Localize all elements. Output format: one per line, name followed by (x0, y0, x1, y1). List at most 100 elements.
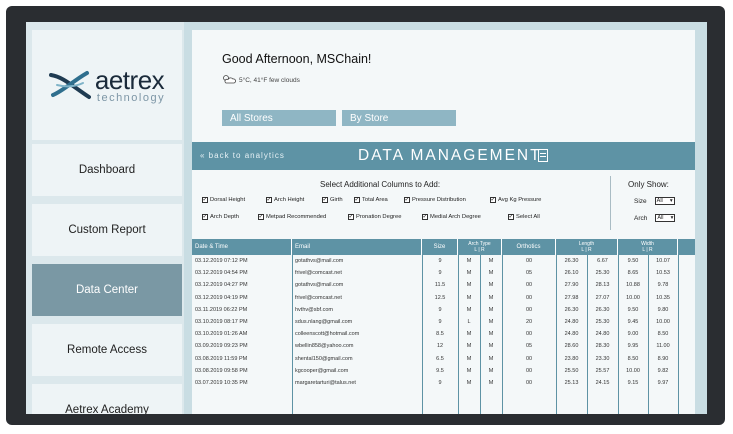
table-cell: 03.12.2019 04:19 PM (195, 294, 248, 301)
col-length[interactable]: Length L | R (556, 239, 618, 255)
table-row[interactable]: 03.12.2019 04:54 PM frivel@comcast.net 9 M M… (192, 267, 695, 279)
table-row[interactable]: 03.08.2019 11:59 PM shental150@gmail.com 6… (192, 353, 695, 365)
col-width[interactable]: Width L | R (618, 239, 678, 255)
table-cell: 27.98 (564, 294, 579, 301)
table-row[interactable]: 03.09.2019 09:23 PM wbellin858@yahoo.com 1… (192, 340, 695, 352)
sidebar: aetrex technology Dashboard Custom Repor… (26, 22, 184, 414)
option-girth[interactable]: ✓ Girth (322, 197, 343, 203)
option-pressure-distribution[interactable]: ✓ Pressure Distribution (404, 197, 466, 203)
table-cell: 9.50 (627, 306, 639, 313)
option-select-all[interactable]: ✓ Select All (508, 214, 540, 220)
nav-data-center[interactable]: Data Center (32, 264, 182, 316)
table-cell: 11.00 (656, 343, 670, 350)
option-avg-kg-pressure[interactable]: ✓ Avg Kg Pressure (490, 197, 541, 203)
table-cell: 26.30 (595, 306, 610, 313)
tab-by-store[interactable]: By Store (342, 110, 456, 126)
tab-all-stores[interactable]: All Stores (222, 110, 336, 126)
brand-name: aetrex (94, 64, 165, 95)
checkbox[interactable]: ✓ (202, 214, 208, 220)
table-cell: 03.07.2019 10:35 PM (195, 379, 248, 386)
table-cell: M (488, 331, 494, 338)
divider (610, 176, 611, 230)
data-management-bar: « back to analytics DATA MANAGEMENT (192, 142, 695, 170)
table-row[interactable]: 03.11.2019 06:22 PM hvthv@sbf.com 9 M M 00 26.… (192, 304, 695, 316)
table-row[interactable]: 03.10.2019 08:17 PM sdus.nlang@gmail.com 9… (192, 316, 695, 328)
table-cell: 9 (438, 319, 442, 326)
back-to-analytics-link[interactable]: « back to analytics (200, 151, 285, 160)
table-row[interactable]: 03.12.2019 07:12 PM gotathvs@mail.com 9 M M 0… (192, 255, 695, 267)
table-cell: 05 (525, 343, 533, 350)
checkbox[interactable]: ✓ (202, 197, 208, 203)
option-arch-height[interactable]: ✓ Arch Height (266, 197, 304, 203)
col-email[interactable]: Email (292, 239, 422, 255)
checkbox[interactable]: ✓ (404, 197, 410, 203)
checkbox[interactable]: ✓ (266, 197, 272, 203)
option-medial-arch-degree[interactable]: ✓ Medial Arch Degree (422, 214, 481, 220)
nav-aetrex-academy[interactable]: Aetrex Academy (32, 384, 182, 414)
table-cell: 9.45 (627, 319, 639, 326)
checkbox[interactable]: ✓ (322, 197, 328, 203)
app-screen: aetrex technology Dashboard Custom Repor… (26, 22, 707, 414)
table-row[interactable]: 03.08.2019 09:58 PM kgcooper@gmail.com 9.5… (192, 365, 695, 377)
table-cell: 24.80 (564, 331, 579, 338)
option-arch-depth[interactable]: ✓ Arch Depth (202, 214, 239, 220)
col-date-time[interactable]: Date & Time (192, 239, 292, 255)
data-table: Date & Time Email Size Arch Type L | R Or… (192, 239, 695, 389)
option-dorsal-height[interactable]: ✓ Dorsal Height (202, 197, 245, 203)
option-metpad-recommended[interactable]: ✓ Metpad Recommended (258, 214, 326, 220)
column-divider (678, 255, 679, 414)
table-cell: 00 (525, 306, 533, 313)
table-cell: 00 (525, 379, 533, 386)
column-divider (458, 255, 459, 414)
table-cell: 10.53 (656, 270, 670, 277)
checkbox[interactable]: ✓ (490, 197, 496, 203)
table-body: 03.12.2019 07:12 PM gotathvs@mail.com 9 M M 0… (192, 255, 695, 389)
checkbox[interactable]: ✓ (348, 214, 354, 220)
table-cell: frivel@comcast.net (295, 294, 342, 301)
checkbox[interactable]: ✓ (508, 214, 514, 220)
checkbox[interactable]: ✓ (258, 214, 264, 220)
table-row[interactable]: 03.12.2019 04:27 PM gotathvs@mail.com 11.5… (192, 279, 695, 291)
option-pronation-degree[interactable]: ✓ Pronation Degree (348, 214, 401, 220)
table-cell: 28.13 (595, 282, 610, 289)
arch-select[interactable]: All ▾ (655, 214, 676, 222)
table-cell: 9.50 (627, 258, 639, 265)
table-cell: 03.11.2019 06:22 PM (195, 306, 248, 313)
option-total-area[interactable]: ✓ Total Area (354, 197, 388, 203)
table-cell: 9 (438, 306, 442, 313)
brand-tagline: technology (96, 91, 166, 104)
only-show-title: Only Show: (628, 180, 669, 189)
arch-filter: Arch All ▾ (634, 214, 676, 222)
table-cell: 8.90 (657, 355, 669, 362)
col-arch-type[interactable]: Arch Type L | R (458, 239, 502, 255)
table-cell: 10.07 (656, 258, 670, 265)
table-cell: 27.07 (595, 294, 610, 301)
column-divider (292, 255, 293, 414)
nav-custom-report[interactable]: Custom Report (32, 204, 182, 256)
table-cell: 26.30 (564, 258, 579, 265)
size-select[interactable]: All ▾ (654, 197, 675, 205)
table-cell: 03.12.2019 07:12 PM (195, 258, 248, 265)
table-row[interactable]: 03.07.2019 10:35 PM margaretarturi@talus.… (192, 377, 695, 389)
column-divider (618, 255, 619, 414)
table-cell: 05 (525, 270, 533, 277)
table-cell: 03.10.2019 01:26 AM (195, 331, 248, 338)
document-icon[interactable] (538, 149, 548, 162)
nav-remote-access[interactable]: Remote Access (32, 324, 182, 376)
table-row[interactable]: 03.10.2019 01:26 AM colleenscott@hotmail.… (192, 328, 695, 340)
checkbox[interactable]: ✓ (354, 197, 360, 203)
table-cell: gotathvs@mail.com (295, 282, 344, 289)
table-cell: 26.30 (564, 306, 579, 313)
nav-dashboard[interactable]: Dashboard (32, 144, 182, 196)
table-row[interactable]: 03.12.2019 04:19 PM frivel@comcast.net 12.… (192, 292, 695, 304)
table-cell: 9.78 (657, 282, 669, 289)
col-size[interactable]: Size (422, 239, 458, 255)
table-cell: 28.60 (564, 343, 579, 350)
table-cell: L (467, 319, 471, 326)
table-cell: 10.00 (626, 294, 640, 301)
column-divider (422, 255, 423, 414)
table-cell: M (488, 258, 494, 265)
col-orthotics[interactable]: Orthotics (502, 239, 556, 255)
checkbox[interactable]: ✓ (422, 214, 428, 220)
table-cell: 10.35 (656, 294, 670, 301)
